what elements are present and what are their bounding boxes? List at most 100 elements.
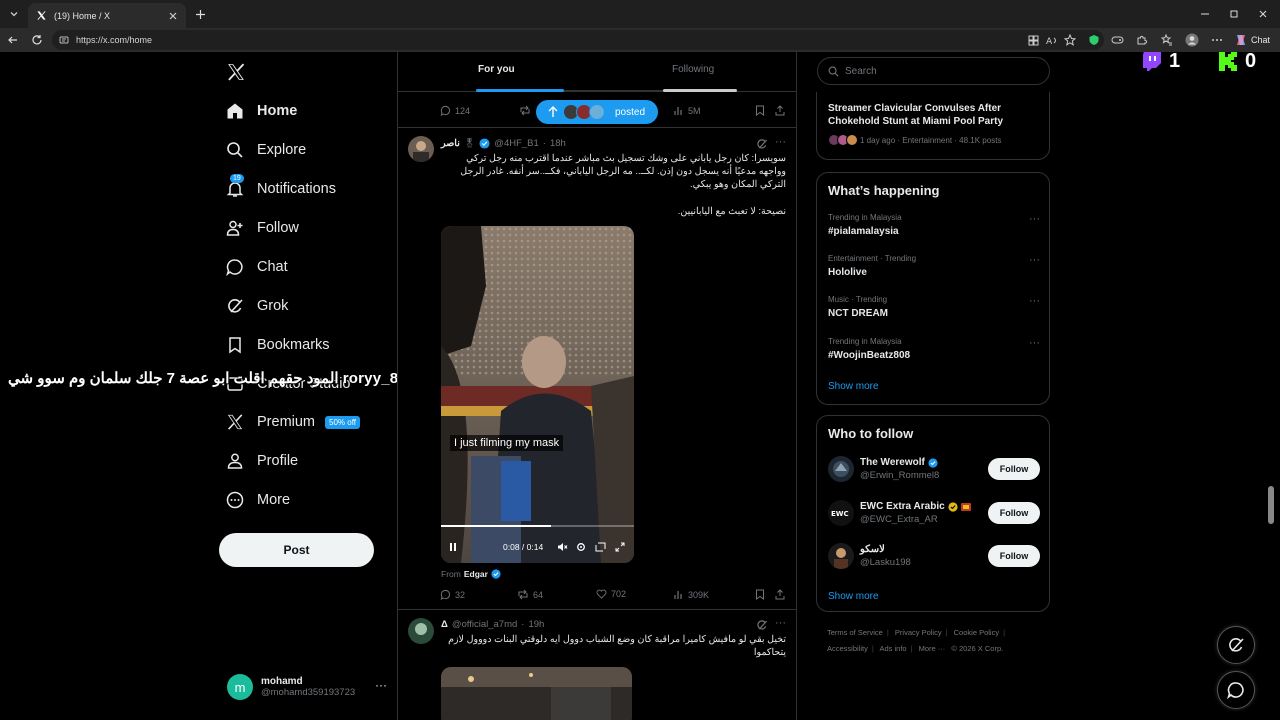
tweet-time[interactable]: 19h xyxy=(528,619,544,630)
browser-tab-active[interactable]: (19) Home / X xyxy=(28,3,186,28)
messages-float-button[interactable] xyxy=(1217,671,1255,709)
follow-suggestion[interactable]: لاسكو @Lasku198 Follow xyxy=(828,541,1040,571)
author-handle[interactable]: @official_a7md xyxy=(452,619,517,630)
nav-bookmarks[interactable]: Bookmarks xyxy=(226,331,330,359)
page-scrollbar[interactable] xyxy=(1268,486,1274,524)
follow-suggestion[interactable]: The Werewolf @Erwin_Rommel8 Follow xyxy=(828,454,1040,484)
trend-more-icon[interactable]: ··· xyxy=(1029,254,1040,266)
search-input[interactable] xyxy=(845,65,1035,77)
author-name[interactable]: ناصر xyxy=(441,138,460,149)
back-arrow-icon[interactable] xyxy=(5,32,21,48)
nav-chat[interactable]: Chat xyxy=(226,253,288,281)
footer-link[interactable]: Privacy Policy xyxy=(895,628,942,637)
bookmark-action[interactable] xyxy=(755,589,765,600)
trend-item[interactable]: Entertainment · Trending Hololive ··· xyxy=(828,254,1040,284)
settings-more-icon[interactable] xyxy=(1210,33,1224,47)
gamepad-extension-icon[interactable] xyxy=(1110,33,1124,47)
favorite-star-icon[interactable] xyxy=(1063,33,1077,47)
trend-more-icon[interactable]: ··· xyxy=(1029,295,1040,307)
reload-icon[interactable] xyxy=(29,32,45,48)
tweet-more-icon[interactable]: ··· xyxy=(775,136,786,148)
nav-home[interactable]: Home xyxy=(226,97,297,125)
tweet-time[interactable]: 18h xyxy=(550,138,566,149)
fullscreen-icon[interactable] xyxy=(615,542,625,552)
grok-float-button[interactable] xyxy=(1217,626,1255,664)
nav-follow[interactable]: Follow xyxy=(226,214,299,242)
views-action[interactable]: 309K xyxy=(673,589,709,600)
favorites-list-icon[interactable] xyxy=(1160,33,1174,47)
nav-profile[interactable]: Profile xyxy=(226,447,298,475)
trend-item[interactable]: Trending in Malaysia #WoojinBeatz808 ··· xyxy=(828,337,1040,367)
reply-action[interactable]: 124 xyxy=(440,105,470,116)
close-tab-icon[interactable] xyxy=(166,9,180,23)
from-author[interactable]: Edgar xyxy=(464,569,488,579)
app-grid-icon[interactable] xyxy=(1026,33,1040,47)
mute-icon[interactable] xyxy=(557,542,568,552)
site-info-icon[interactable] xyxy=(58,34,70,46)
profile-avatar-icon[interactable] xyxy=(1185,33,1199,47)
video-player[interactable]: I just filming my mask 0:08 / 0:14 xyxy=(441,226,634,563)
avatar[interactable] xyxy=(408,618,434,644)
trend-more-icon[interactable]: ··· xyxy=(1029,213,1040,225)
account-switcher[interactable]: m mohamd @mohamd359193723 ··· xyxy=(227,672,387,702)
tweet-more-icon[interactable]: ··· xyxy=(775,617,786,629)
post-button[interactable]: Post xyxy=(219,533,374,567)
reply-action[interactable]: 32 xyxy=(440,589,465,600)
grok-small-icon[interactable] xyxy=(756,619,768,631)
settings-gear-icon[interactable] xyxy=(576,542,586,552)
follow-suggestion[interactable]: EWC EWC Extra Arabic @EWC_Extra_AR Follo… xyxy=(828,498,1040,528)
shield-extension-icon[interactable] xyxy=(1087,33,1101,47)
trend-item[interactable]: Trending in Malaysia #pialamalaysia ··· xyxy=(828,213,1040,243)
tab-for-you[interactable]: For you xyxy=(478,64,515,75)
search-box[interactable] xyxy=(817,57,1050,85)
footer-link[interactable]: Ads info xyxy=(879,644,906,653)
author-name[interactable]: Δ xyxy=(441,619,448,630)
footer-link[interactable]: Accessibility xyxy=(827,644,868,653)
footer-link[interactable]: Cookie Policy xyxy=(954,628,999,637)
trend-more-icon[interactable]: ··· xyxy=(1029,337,1040,349)
nav-notifications[interactable]: 19 Notifications xyxy=(226,174,336,203)
minimize-icon[interactable] xyxy=(1196,6,1214,22)
show-more-trends-link[interactable]: Show more xyxy=(828,381,879,392)
grok-small-icon[interactable] xyxy=(756,138,768,150)
new-tab-icon[interactable] xyxy=(192,6,208,22)
tweet-media[interactable] xyxy=(441,667,632,720)
tab-following[interactable]: Following xyxy=(672,64,714,75)
repost-action[interactable]: 64 xyxy=(517,589,543,600)
search-icon xyxy=(226,141,244,159)
news-card[interactable]: Streamer Clavicular Convulses After Chok… xyxy=(816,92,1050,160)
nav-premium[interactable]: Premium 50% off xyxy=(226,408,360,436)
like-action[interactable]: 702 xyxy=(596,589,626,599)
more-dots-icon[interactable]: ··· xyxy=(375,678,387,692)
views-action[interactable]: 5M xyxy=(673,105,701,116)
nav-explore[interactable]: Explore xyxy=(226,136,306,164)
bookmark-action[interactable] xyxy=(755,105,765,116)
follow-button[interactable]: Follow xyxy=(988,458,1040,480)
avatar[interactable] xyxy=(408,136,434,162)
read-aloud-icon[interactable]: A xyxy=(1045,33,1059,47)
trend-item[interactable]: Music · Trending NCT DREAM ··· xyxy=(828,295,1040,325)
repost-action[interactable] xyxy=(519,105,531,116)
x-logo-icon[interactable] xyxy=(226,62,246,82)
follow-button[interactable]: Follow xyxy=(988,502,1040,524)
avatar xyxy=(828,543,854,569)
address-bar[interactable]: https://x.com/home xyxy=(52,30,1104,50)
share-action[interactable] xyxy=(775,589,785,600)
author-handle[interactable]: @4HF_B1 xyxy=(494,138,539,149)
show-more-follows-link[interactable]: Show more xyxy=(828,591,879,602)
tab-list-chevron-icon[interactable] xyxy=(4,4,24,24)
captions-icon[interactable] xyxy=(595,542,606,552)
extensions-puzzle-icon[interactable] xyxy=(1135,33,1149,47)
close-window-icon[interactable] xyxy=(1254,6,1272,22)
nav-grok[interactable]: Grok xyxy=(226,292,288,320)
video-progress-bar[interactable] xyxy=(441,525,634,527)
restore-icon[interactable] xyxy=(1225,6,1243,22)
copilot-chat-button[interactable]: Chat xyxy=(1234,32,1270,48)
follow-button[interactable]: Follow xyxy=(988,545,1040,567)
new-posts-pill[interactable]: posted xyxy=(536,100,658,124)
pause-icon[interactable] xyxy=(449,542,457,552)
footer-link[interactable]: Terms of Service xyxy=(827,628,883,637)
nav-more[interactable]: More xyxy=(226,486,290,514)
share-action[interactable] xyxy=(775,105,785,116)
footer-link[interactable]: More ··· xyxy=(919,644,946,653)
